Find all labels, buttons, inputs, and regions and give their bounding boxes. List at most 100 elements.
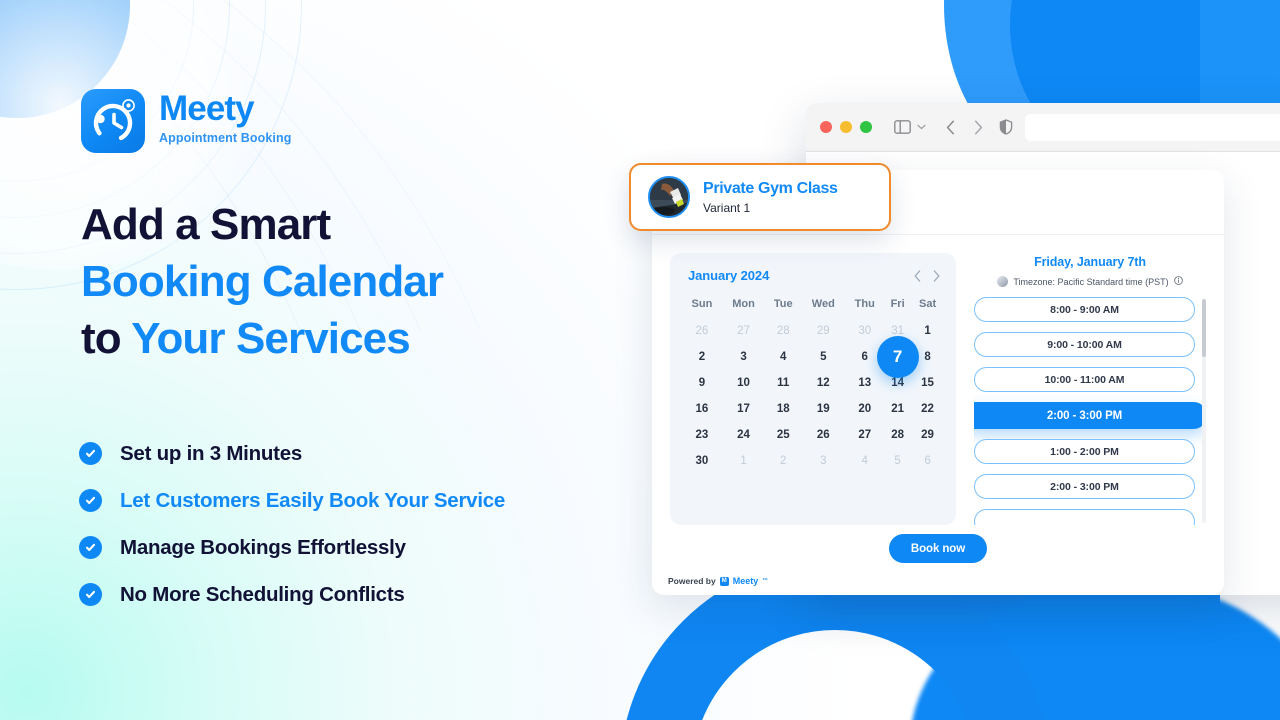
calendar-day: 6 — [924, 455, 931, 467]
clock-logo-icon — [81, 89, 145, 153]
avatar — [648, 176, 690, 218]
time-slot[interactable]: 8:00 - 9:00 AM — [974, 297, 1195, 322]
page-title: Add a Smart Booking Calendar to Your Ser… — [81, 196, 444, 368]
timezone-label: Timezone: Pacific Standard time (PST) — [1013, 276, 1169, 287]
book-now-button[interactable]: Book now — [888, 534, 988, 563]
calendar-day[interactable]: 24 — [722, 422, 765, 448]
calendar-day[interactable]: 19 — [801, 396, 845, 422]
calendar-day[interactable]: 12 — [801, 370, 845, 396]
calendar-weekday: Sun — [691, 298, 713, 310]
back-button[interactable] — [946, 120, 955, 135]
calendar-day: 5 — [894, 455, 901, 467]
list-item: Manage Bookings Effortlessly — [79, 524, 505, 571]
forward-button[interactable] — [974, 120, 983, 135]
minimize-button[interactable] — [840, 121, 852, 133]
calendar-day[interactable]: 9 — [682, 370, 722, 396]
calendar-day[interactable]: 2 — [682, 344, 722, 370]
browser-toolbar — [806, 103, 1280, 152]
selected-day-pill[interactable]: 7 — [876, 336, 919, 378]
headline-line-3-accent: Your Services — [131, 314, 410, 364]
time-slot[interactable]: 2:00 - 3:00 PM — [974, 474, 1195, 499]
info-circle-icon[interactable] — [1173, 276, 1183, 287]
calendar-day[interactable]: 18 — [765, 396, 801, 422]
event-preview-card[interactable]: Private Gym Class Variant 1 — [629, 163, 891, 231]
slot-scrollbar-thumb[interactable] — [1202, 299, 1206, 357]
calendar-panel: January 2024 Sun Mon Tue Wed Thu Fri Sat 26 27 2… — [670, 253, 956, 525]
feature-label: Set up in 3 Minutes — [120, 441, 303, 465]
calendar-weekday: Thu — [854, 298, 875, 310]
feature-list: Set up in 3 Minutes Let Customers Easily… — [79, 430, 505, 618]
calendar-week-row: 30 1 2 3 4 5 6 — [682, 448, 944, 474]
calendar-prev-month-button[interactable] — [914, 269, 921, 282]
feature-label: Let Customers Easily Book Your Service — [120, 488, 506, 512]
chevron-down-icon[interactable] — [917, 124, 926, 130]
calendar-day[interactable]: 5 — [801, 344, 845, 370]
calendar-weekday: Mon — [732, 298, 755, 310]
calendar-next-month-button[interactable] — [933, 269, 940, 282]
calendar-day[interactable]: 3 — [722, 344, 765, 370]
meety-mark-icon: M — [719, 576, 729, 586]
calendar-day[interactable]: 16 — [682, 396, 722, 422]
address-bar[interactable] — [1025, 113, 1280, 141]
calendar-day[interactable]: 25 — [765, 422, 801, 448]
calendar-day[interactable]: 30 — [682, 448, 722, 474]
calendar-day[interactable]: 1 — [911, 318, 944, 344]
calendar-day[interactable]: 26 — [801, 422, 845, 448]
globe-icon — [997, 276, 1009, 287]
event-variant: Variant 1 — [703, 200, 751, 215]
calendar-day[interactable]: 29 — [911, 422, 944, 448]
calendar-day[interactable]: 11 — [765, 370, 801, 396]
headline-line-1: Add a Smart — [81, 200, 331, 249]
feature-label: No More Scheduling Conflicts — [120, 582, 405, 606]
check-circle-icon — [79, 489, 102, 512]
contrast-icon[interactable] — [999, 119, 1013, 135]
brand-logo: Meety Appointment Booking — [81, 89, 291, 153]
brand-tagline: Appointment Booking — [159, 130, 292, 145]
calendar-day[interactable]: 4 — [765, 344, 801, 370]
time-slot-list[interactable]: 8:00 - 9:00 AM 9:00 - 10:00 AM 10:00 - 11:… — [974, 297, 1206, 525]
headline-line-3-plain: to — [81, 314, 132, 364]
time-slot[interactable]: 10:00 - 11:00 AM — [974, 367, 1195, 392]
calendar-weekday-row: Sun Mon Tue Wed Thu Fri Sat — [682, 294, 944, 318]
calendar-day: 30 — [858, 325, 872, 337]
maximize-button[interactable] — [860, 121, 872, 133]
calendar-day[interactable]: 10 — [722, 370, 765, 396]
calendar-day[interactable]: 22 — [911, 396, 944, 422]
close-button[interactable] — [820, 121, 832, 133]
timezone-row: Timezone: Pacific Standard time (PST) — [974, 276, 1206, 287]
calendar-day[interactable]: 27 — [845, 422, 884, 448]
calendar-day: 27 — [737, 325, 750, 337]
sidebar-toggle-icon[interactable] — [894, 120, 911, 134]
time-slots-panel: Friday, January 7th Timezone: Pacific St… — [974, 253, 1206, 525]
list-item: Let Customers Easily Book Your Service — [79, 477, 505, 524]
hero-left-column: Meety Appointment Booking Add a Smart Bo… — [0, 0, 620, 720]
calendar-day[interactable]: 13 — [845, 370, 884, 396]
time-slot-selected[interactable]: 2:00 - 3:00 PM — [974, 402, 1206, 429]
calendar-day: 1 — [740, 455, 747, 467]
calendar-day[interactable]: 17 — [722, 396, 765, 422]
powered-by-footer: Powered by M Meety ™ — [668, 576, 768, 586]
calendar-day[interactable]: 23 — [682, 422, 722, 448]
time-slot[interactable] — [974, 509, 1195, 525]
calendar-day[interactable]: 20 — [845, 396, 884, 422]
headline-line-2: Booking Calendar — [81, 257, 444, 307]
calendar-week-row: 2345678 — [682, 336, 944, 378]
powered-by-brand: Meety — [732, 576, 759, 586]
calendar-grid: Sun Mon Tue Wed Thu Fri Sat 26 27 28 29 30 31 1 2 3 4 5 6… — [682, 294, 944, 474]
calendar-weekday: Sat — [918, 298, 937, 310]
list-item: Set up in 3 Minutes — [79, 430, 505, 477]
powered-by-label: Powered by — [668, 576, 716, 586]
calendar-day-selected[interactable]: 7 — [876, 336, 919, 378]
time-slot[interactable]: 1:00 - 2:00 PM — [974, 439, 1195, 464]
time-slot[interactable]: 9:00 - 10:00 AM — [974, 332, 1195, 357]
calendar-day: 3 — [820, 455, 827, 467]
calendar-week-row: 23 24 25 26 27 28 29 — [682, 422, 944, 448]
trademark-symbol: ™ — [762, 578, 768, 584]
calendar-day[interactable]: 28 — [884, 422, 911, 448]
calendar-day: 28 — [776, 325, 790, 337]
calendar-weekday: Tue — [773, 298, 793, 310]
brand-name: Meety — [159, 89, 255, 128]
calendar-day[interactable]: 15 — [911, 370, 944, 396]
widget-body: January 2024 Sun Mon Tue Wed Thu Fri Sat 26 27 2… — [652, 235, 1224, 525]
calendar-day[interactable]: 21 — [884, 396, 911, 422]
